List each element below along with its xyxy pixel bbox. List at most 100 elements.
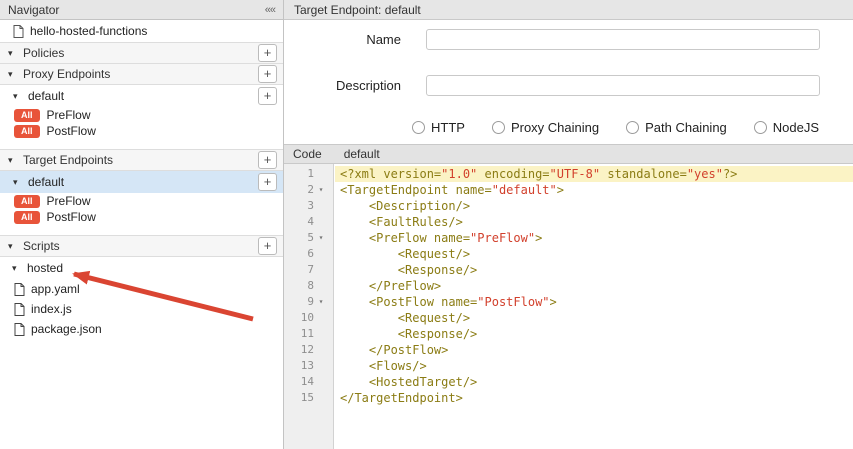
collapse-panel-icon[interactable]: ««: [265, 4, 275, 16]
target-postflow-item[interactable]: All PostFlow: [0, 209, 283, 225]
proxy-postflow-item[interactable]: All PostFlow: [0, 123, 283, 139]
code-panel-header: Code default: [284, 144, 853, 164]
triangle-down-icon[interactable]: ▾: [8, 48, 17, 59]
radio-proxy-chaining[interactable]: Proxy Chaining: [492, 120, 599, 135]
proxy-preflow-item[interactable]: All PreFlow: [0, 107, 283, 123]
code-line[interactable]: 13 <Flows/>: [284, 358, 853, 374]
line-number: 4: [284, 214, 314, 230]
code-text[interactable]: <TargetEndpoint name="default">: [335, 182, 853, 198]
code-line[interactable]: 5▾ <PreFlow name="PreFlow">: [284, 230, 853, 246]
code-text[interactable]: <Description/>: [335, 198, 853, 214]
all-badge: All: [14, 109, 40, 122]
radio-circle-icon[interactable]: [754, 121, 767, 134]
main-panel: Target Endpoint: default Name Descriptio…: [284, 0, 853, 449]
radio-nodejs[interactable]: NodeJS: [754, 120, 819, 135]
triangle-down-icon[interactable]: ▾: [13, 177, 22, 188]
code-text[interactable]: <Request/>: [335, 246, 853, 262]
radio-circle-icon[interactable]: [412, 121, 425, 134]
code-text[interactable]: <FaultRules/>: [335, 214, 853, 230]
proxy-endpoint-default[interactable]: ▾ default +: [0, 85, 283, 107]
code-text[interactable]: </PostFlow>: [335, 342, 853, 358]
code-text[interactable]: </PreFlow>: [335, 278, 853, 294]
target-endpoint-default[interactable]: ▾ default +: [0, 171, 283, 193]
bundle-item[interactable]: hello-hosted-functions: [0, 20, 283, 42]
radio-path-chaining-label: Path Chaining: [645, 120, 727, 135]
line-number: 7: [284, 262, 314, 278]
code-line[interactable]: 9▾ <PostFlow name="PostFlow">: [284, 294, 853, 310]
triangle-down-icon[interactable]: ▾: [12, 263, 21, 274]
code-line[interactable]: 7 <Response/>: [284, 262, 853, 278]
code-line[interactable]: 11 <Response/>: [284, 326, 853, 342]
code-text[interactable]: <Response/>: [335, 326, 853, 342]
triangle-down-icon[interactable]: ▾: [8, 241, 17, 252]
section-proxy-endpoints[interactable]: ▾ Proxy Endpoints +: [0, 63, 283, 85]
radio-http[interactable]: HTTP: [412, 120, 465, 135]
add-proxy-flow-button[interactable]: +: [258, 87, 277, 105]
radio-http-label: HTTP: [431, 120, 465, 135]
radio-path-chaining[interactable]: Path Chaining: [626, 120, 727, 135]
add-proxy-endpoint-button[interactable]: +: [258, 65, 277, 83]
code-text[interactable]: <HostedTarget/>: [335, 374, 853, 390]
add-script-button[interactable]: +: [258, 237, 277, 255]
code-text[interactable]: <Flows/>: [335, 358, 853, 374]
navigator-panel: Navigator «« hello-hosted-functions ▾ Po…: [0, 0, 284, 449]
triangle-down-icon[interactable]: ▾: [8, 155, 17, 166]
section-policies[interactable]: ▾ Policies +: [0, 42, 283, 64]
add-target-flow-button[interactable]: +: [258, 173, 277, 191]
radio-circle-icon[interactable]: [626, 121, 639, 134]
code-line[interactable]: 10 <Request/>: [284, 310, 853, 326]
code-line[interactable]: 14 <HostedTarget/>: [284, 374, 853, 390]
code-text[interactable]: </TargetEndpoint>: [335, 390, 853, 406]
code-line[interactable]: 2▾ <TargetEndpoint name="default">: [284, 182, 853, 198]
code-line[interactable]: 6 <Request/>: [284, 246, 853, 262]
description-field[interactable]: [426, 75, 820, 96]
script-file-label: index.js: [31, 302, 72, 316]
code-line[interactable]: 15 </TargetEndpoint>: [284, 390, 853, 406]
scripts-folder-hosted[interactable]: ▾ hosted: [0, 257, 283, 279]
all-badge: All: [14, 125, 40, 138]
code-line[interactable]: 8 </PreFlow>: [284, 278, 853, 294]
add-target-endpoint-button[interactable]: +: [258, 151, 277, 169]
target-postflow-label: PostFlow: [47, 210, 96, 224]
radio-proxy-chaining-label: Proxy Chaining: [511, 120, 599, 135]
fold-icon[interactable]: ▾: [314, 182, 328, 198]
code-tab-default[interactable]: default: [344, 147, 380, 161]
line-number: 13: [284, 358, 314, 374]
line-number: 5: [284, 230, 314, 246]
script-file-app-yaml[interactable]: app.yaml: [0, 279, 283, 299]
code-text[interactable]: <Request/>: [335, 310, 853, 326]
line-number: 8: [284, 278, 314, 294]
code-line[interactable]: 1 <?xml version="1.0" encoding="UTF-8" s…: [284, 166, 853, 182]
code-line[interactable]: 3 <Description/>: [284, 198, 853, 214]
all-badge: All: [14, 195, 40, 208]
scripts-folder-label: hosted: [27, 261, 63, 275]
target-preflow-item[interactable]: All PreFlow: [0, 193, 283, 209]
section-scripts-label: Scripts: [23, 239, 60, 253]
radio-circle-icon[interactable]: [492, 121, 505, 134]
triangle-down-icon[interactable]: ▾: [8, 69, 17, 80]
name-field[interactable]: [426, 29, 820, 50]
code-text[interactable]: <PreFlow name="PreFlow">: [335, 230, 853, 246]
code-text[interactable]: <PostFlow name="PostFlow">: [335, 294, 853, 310]
code-editor[interactable]: 1 <?xml version="1.0" encoding="UTF-8" s…: [284, 164, 853, 449]
code-text[interactable]: <Response/>: [335, 262, 853, 278]
section-target-endpoints-label: Target Endpoints: [23, 153, 113, 167]
page-title: Target Endpoint: default: [284, 0, 853, 20]
code-line[interactable]: 4 <FaultRules/>: [284, 214, 853, 230]
line-number: 15: [284, 390, 314, 406]
description-label: Description: [284, 78, 426, 93]
script-file-index-js[interactable]: index.js: [0, 299, 283, 319]
script-file-package-json[interactable]: package.json: [0, 319, 283, 339]
endpoint-type-radios: HTTP Proxy Chaining Path Chaining NodeJS: [412, 120, 853, 135]
line-number: 9: [284, 294, 314, 310]
name-label: Name: [284, 32, 426, 47]
code-text[interactable]: <?xml version="1.0" encoding="UTF-8" sta…: [335, 166, 853, 182]
section-target-endpoints[interactable]: ▾ Target Endpoints +: [0, 149, 283, 171]
fold-icon[interactable]: ▾: [314, 294, 328, 310]
section-scripts[interactable]: ▾ Scripts +: [0, 235, 283, 257]
triangle-down-icon[interactable]: ▾: [13, 91, 22, 102]
file-icon: [14, 303, 25, 316]
fold-icon[interactable]: ▾: [314, 230, 328, 246]
code-line[interactable]: 12 </PostFlow>: [284, 342, 853, 358]
add-policy-button[interactable]: +: [258, 44, 277, 62]
